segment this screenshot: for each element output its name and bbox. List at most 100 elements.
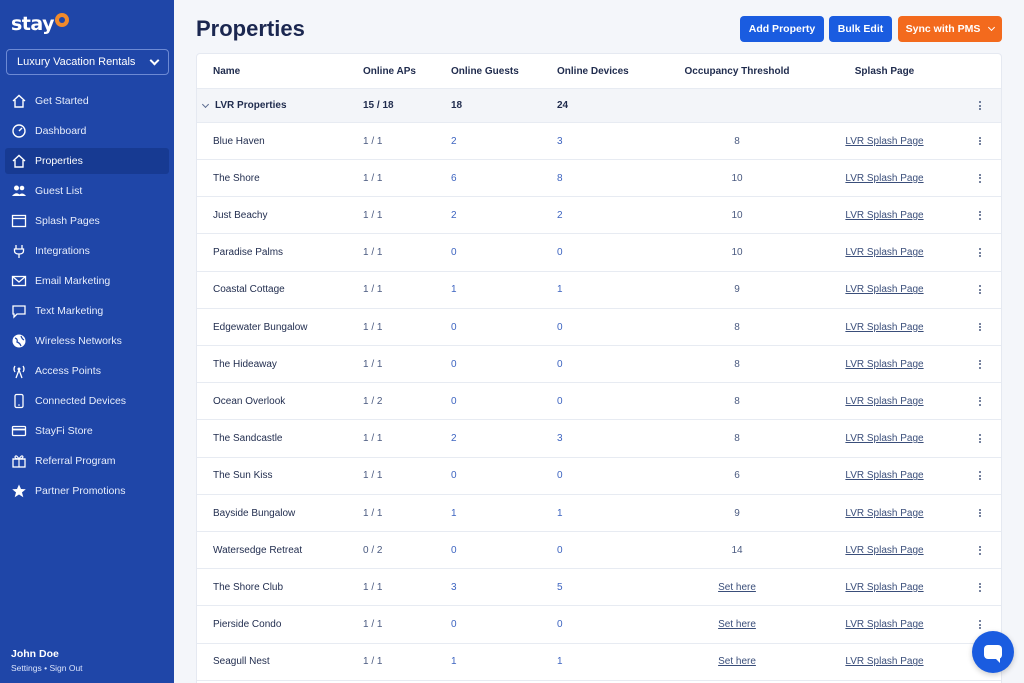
kebab-menu-icon[interactable] [979,396,982,406]
splash-page-link[interactable]: LVR Splash Page [845,508,923,519]
column-header-online-devices[interactable]: Online Devices [557,54,629,88]
property-name[interactable]: The Shore Club [213,569,283,605]
splash-page-link[interactable]: LVR Splash Page [845,396,923,407]
property-name[interactable]: Ocean Overlook [213,383,285,419]
row-menu[interactable] [973,421,987,457]
table-row[interactable]: The Sandcastle 1 / 1 2 3 8 LVR Splash Page [197,421,1001,458]
property-name[interactable]: The Sandcastle [213,421,283,457]
column-header-splash-page[interactable]: Splash Page [827,54,942,88]
sidebar-item-text-marketing[interactable]: Text Marketing [5,298,169,324]
kebab-menu-icon[interactable] [979,545,982,555]
property-name[interactable]: Seagull Nest [213,644,270,680]
table-row[interactable]: The Shore 1 / 1 6 8 10 LVR Splash Page [197,160,1001,198]
stayfi-logo[interactable]: stay [11,11,70,37]
property-name[interactable]: Watersedge Retreat [213,532,302,568]
splash-page-link[interactable]: LVR Splash Page [845,433,923,444]
row-menu[interactable] [973,458,987,494]
set-threshold-link[interactable]: Set here [718,619,756,630]
kebab-menu-icon[interactable] [979,210,982,220]
row-menu[interactable] [973,346,987,382]
table-row[interactable]: Watersedge Retreat 0 / 2 0 0 14 LVR Splash Pa… [197,532,1001,570]
column-header-online-aps[interactable]: Online APs [363,54,416,88]
property-name[interactable]: Bayside Bungalow [213,495,295,531]
splash-page-link[interactable]: LVR Splash Page [845,582,923,593]
sidebar-item-get-started[interactable]: Get Started [5,88,169,114]
chevron-down-icon[interactable] [201,100,210,108]
kebab-menu-icon[interactable] [979,136,982,146]
splash-page-link[interactable]: LVR Splash Page [845,470,923,481]
table-row[interactable]: Coastal Cottage 1 / 1 1 1 9 LVR Splash Page [197,272,1001,309]
kebab-menu-icon[interactable] [979,322,982,332]
sidebar-item-partner-promotions[interactable]: Partner Promotions [5,478,169,504]
splash-page-link[interactable]: LVR Splash Page [845,247,923,258]
splash-page-link[interactable]: LVR Splash Page [845,359,923,370]
account-select[interactable]: Luxury Vacation Rentals [6,49,169,75]
row-menu[interactable] [973,197,987,233]
set-threshold-link[interactable]: Set here [718,656,756,667]
settings-link[interactable]: Settings [11,663,42,673]
splash-page-link[interactable]: LVR Splash Page [845,545,923,556]
table-row[interactable]: The Hideaway 1 / 1 0 0 8 LVR Splash Page [197,346,1001,384]
set-threshold-link[interactable]: Set here [718,582,756,593]
kebab-menu-icon[interactable] [979,471,982,481]
sidebar-item-email-marketing[interactable]: Email Marketing [5,268,169,294]
splash-page-link[interactable]: LVR Splash Page [845,619,923,630]
property-name[interactable]: Paradise Palms [213,235,283,271]
row-menu[interactable] [973,532,987,568]
table-row[interactable]: Just Beachy 1 / 1 2 2 10 LVR Splash Page [197,197,1001,235]
kebab-menu-icon[interactable] [979,173,982,183]
row-menu[interactable] [973,272,987,308]
splash-page-link[interactable]: LVR Splash Page [845,173,923,184]
sidebar-item-integrations[interactable]: Integrations [5,238,169,264]
table-row[interactable]: Pierside Condo 1 / 1 0 0 Set here LVR Splash … [197,607,1001,644]
group-row-menu[interactable] [973,89,987,122]
row-menu[interactable] [973,383,987,419]
sidebar-item-splash-pages[interactable]: Splash Pages [5,208,169,234]
sync-with-pms-button[interactable]: Sync with PMS [898,16,1002,42]
bulk-edit-button[interactable]: Bulk Edit [829,16,892,42]
kebab-menu-icon[interactable] [979,582,982,592]
kebab-menu-icon[interactable] [979,248,982,258]
row-menu[interactable] [973,309,987,345]
property-name[interactable]: Blue Haven [213,123,265,159]
table-row[interactable]: Seagull Nest 1 / 1 1 1 Set here LVR Splash Pa… [197,644,1001,681]
property-name[interactable]: Coastal Cottage [213,272,285,308]
kebab-menu-icon[interactable] [979,508,982,518]
row-menu[interactable] [973,495,987,531]
kebab-menu-icon[interactable] [979,285,982,295]
kebab-menu-icon[interactable] [979,434,982,444]
table-row[interactable]: Edgewater Bungalow 1 / 1 0 0 8 LVR Splash Pag… [197,309,1001,346]
sidebar-item-guest-list[interactable]: Guest List [5,178,169,204]
splash-page-link[interactable]: LVR Splash Page [845,322,923,333]
sidebar-item-connected-devices[interactable]: Connected Devices [5,388,169,414]
table-row[interactable]: The Sun Kiss 1 / 1 0 0 6 LVR Splash Page [197,458,1001,495]
column-header-name[interactable]: Name [213,54,240,88]
splash-page-link[interactable]: LVR Splash Page [845,656,923,667]
column-header-occupancy-threshold[interactable]: Occupancy Threshold [677,54,797,88]
row-menu[interactable] [973,123,987,159]
sidebar-item-stayfi-store[interactable]: StayFi Store [5,418,169,444]
splash-page-link[interactable]: LVR Splash Page [845,136,923,147]
row-menu[interactable] [973,160,987,196]
sidebar-item-referral-program[interactable]: Referral Program [5,448,169,474]
sign-out-link[interactable]: Sign Out [49,663,82,673]
group-row[interactable]: LVR Properties 15 / 18 18 24 [197,89,1001,123]
property-name[interactable]: The Hideaway [213,346,277,382]
splash-page-link[interactable]: LVR Splash Page [845,284,923,295]
property-name[interactable]: The Shore [213,160,260,196]
kebab-menu-icon[interactable] [979,620,982,630]
table-row[interactable]: Ocean Overlook 1 / 2 0 0 8 LVR Splash Page [197,383,1001,421]
row-menu[interactable] [973,569,987,605]
row-menu[interactable] [973,235,987,271]
chat-widget-button[interactable] [972,631,1014,673]
kebab-menu-icon[interactable] [979,100,982,110]
splash-page-link[interactable]: LVR Splash Page [845,210,923,221]
add-property-button[interactable]: Add Property [740,16,824,42]
sidebar-item-properties[interactable]: Properties [5,148,169,174]
table-row[interactable]: Paradise Palms 1 / 1 0 0 10 LVR Splash Page [197,235,1001,272]
table-row[interactable]: Blue Haven 1 / 1 2 3 8 LVR Splash Page [197,123,1001,160]
property-name[interactable]: Edgewater Bungalow [213,309,308,345]
property-name[interactable]: The Sun Kiss [213,458,272,494]
kebab-menu-icon[interactable] [979,359,982,369]
table-row[interactable]: Bayside Bungalow 1 / 1 1 1 9 LVR Splash Page [197,495,1001,532]
